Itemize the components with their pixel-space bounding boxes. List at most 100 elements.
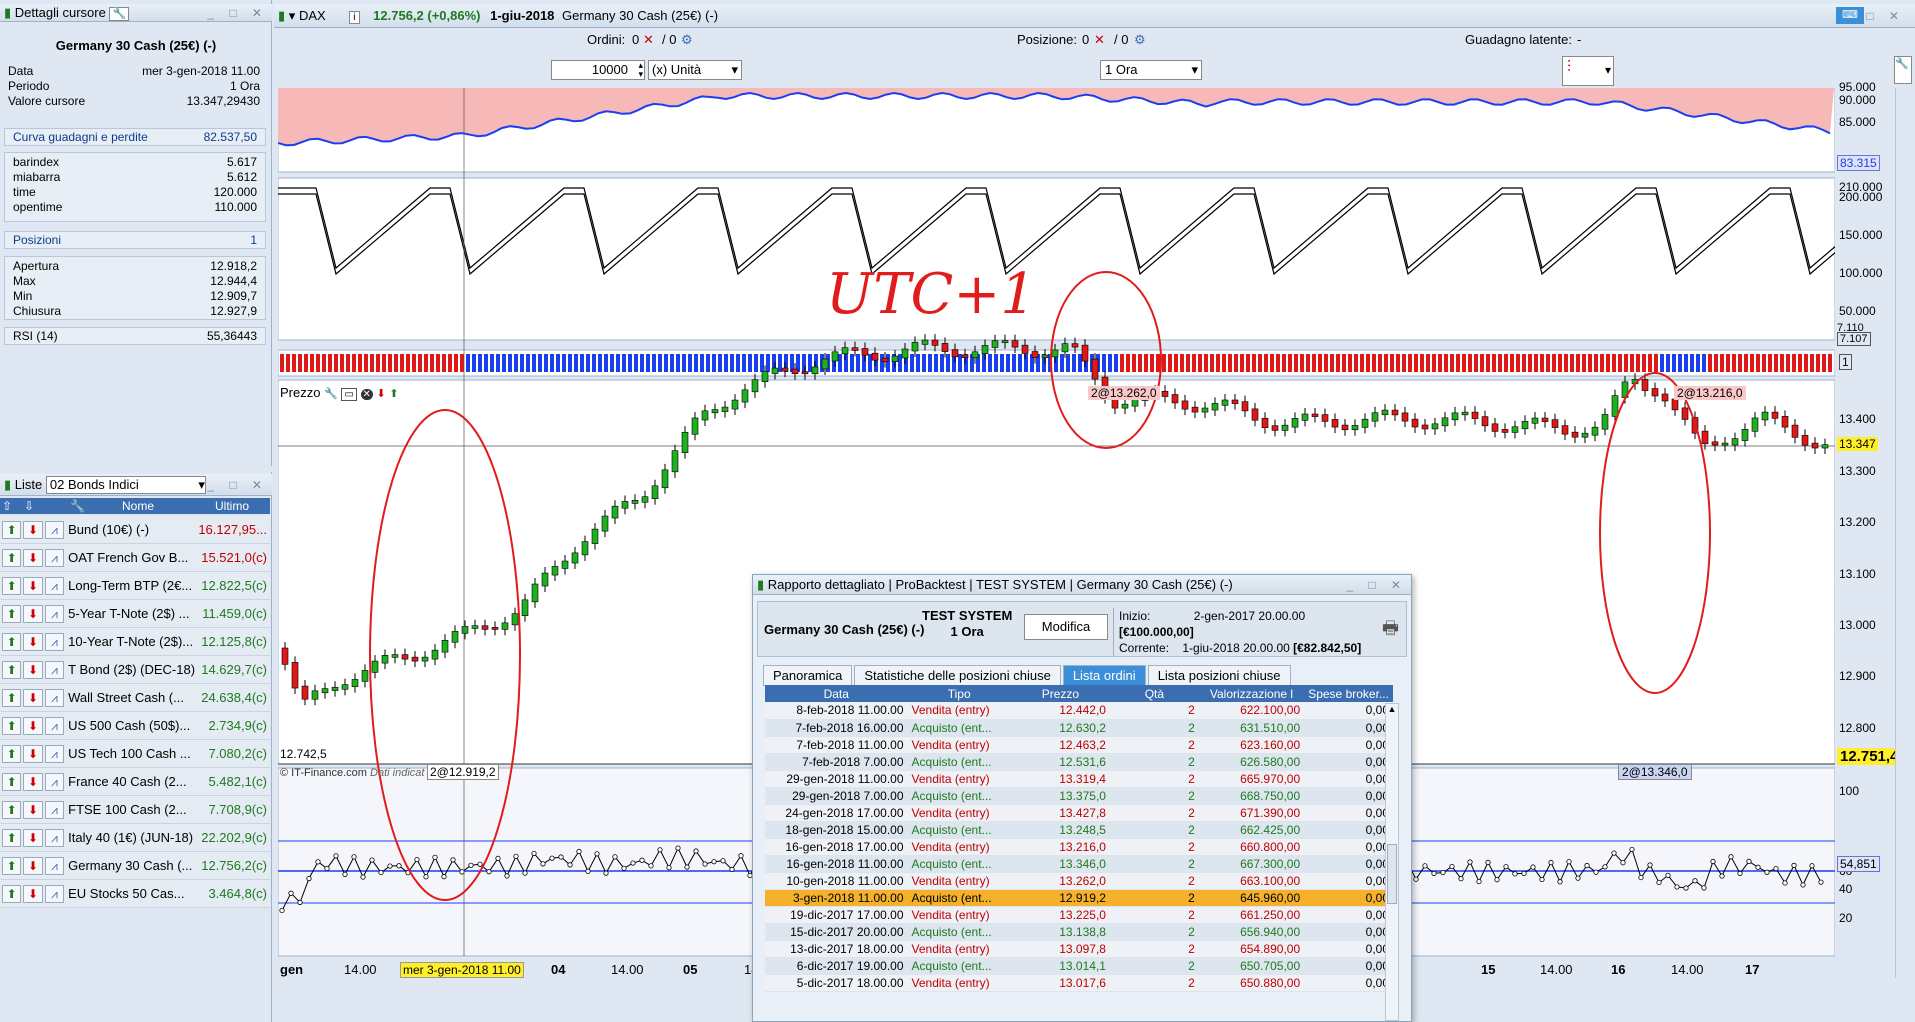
- arrow-down-icon[interactable]: ⬇: [23, 548, 43, 567]
- chevron-down-icon[interactable]: ▾: [289, 8, 296, 23]
- arrow-down-icon[interactable]: ⬇: [23, 632, 43, 651]
- positions-row[interactable]: Posizioni 1: [4, 231, 266, 249]
- arrow-down-icon[interactable]: ⬇: [23, 828, 43, 847]
- arrow-down-icon[interactable]: ⬇: [23, 688, 43, 707]
- orders-row[interactable]: 7-feb-2018 16.00.00 Acquisto (ent... 12.63…: [765, 719, 1393, 737]
- quantity-stepper[interactable]: 10000 ▴ ▾: [551, 60, 645, 80]
- modify-button[interactable]: Modifica: [1024, 614, 1108, 640]
- list-item[interactable]: ⬆ ⬇ ⩘ T Bond (2$) (DEC-18) 14.629,7(c): [0, 656, 270, 684]
- list-item[interactable]: ⬆ ⬇ ⩘ Italy 40 (1€) (JUN-18) 22.202,9(c): [0, 824, 270, 852]
- wrench-icon[interactable]: 🔧: [109, 7, 130, 21]
- list-item[interactable]: ⬆ ⬇ ⩘ Germany 30 Cash (... 12.756,2(c): [0, 852, 270, 880]
- close-icon[interactable]: ✕: [1094, 30, 1105, 50]
- gear-icon[interactable]: ⚙: [681, 30, 693, 50]
- unit-select[interactable]: (x) Unità ▾: [648, 60, 742, 80]
- col-name-header[interactable]: Nome: [122, 498, 154, 514]
- orders-row[interactable]: 5-dic-2017 18.00.00 Vendita (entry) 13.017…: [765, 974, 1393, 992]
- arrow-down-icon[interactable]: ⬇: [23, 716, 43, 735]
- arrow-up-icon[interactable]: ⬆: [2, 604, 22, 623]
- list-item[interactable]: ⬆ ⬇ ⩘ US 500 Cash (50$)... 2.734,9(c): [0, 712, 270, 740]
- arrow-down-icon[interactable]: ⬇: [23, 800, 43, 819]
- col-type[interactable]: Tipo: [907, 685, 1011, 702]
- orders-row[interactable]: 18-gen-2018 15.00.00 Acquisto (ent... 13.2…: [765, 821, 1393, 839]
- orders-row[interactable]: 3-gen-2018 11.00.00 Acquisto (ent... 12.91…: [765, 889, 1393, 907]
- orders-row[interactable]: 24-gen-2018 17.00.00 Vendita (entry) 13.42…: [765, 804, 1393, 822]
- mini-chart-icon[interactable]: ⩘: [44, 576, 65, 595]
- arrow-up-icon[interactable]: ⬆: [2, 744, 22, 763]
- sort-down-icon[interactable]: ⇩: [24, 498, 34, 514]
- scrollbar-thumb[interactable]: [1387, 844, 1397, 904]
- arrow-up-icon[interactable]: ⬆: [2, 520, 22, 539]
- arrow-up-icon[interactable]: ⬆: [389, 388, 398, 400]
- wrench-icon[interactable]: 🔧: [324, 388, 338, 400]
- arrow-up-icon[interactable]: ⬆: [2, 548, 22, 567]
- print-icon[interactable]: 🖶: [1382, 616, 1399, 646]
- orders-row[interactable]: 19-dic-2017 17.00.00 Vendita (entry) 13.22…: [765, 906, 1393, 924]
- period-select[interactable]: 1 Ora ▾: [1100, 60, 1202, 80]
- report-titlebar[interactable]: ▮ Rapporto dettagliato | ProBacktest | T…: [753, 575, 1411, 595]
- col-qty[interactable]: Qtà: [1109, 685, 1199, 702]
- arrow-down-icon[interactable]: ⬇: [23, 660, 43, 679]
- list-item[interactable]: ⬆ ⬇ ⩘ US Tech 100 Cash ... 7.080,2(c): [0, 740, 270, 768]
- col-date[interactable]: Data: [765, 685, 908, 702]
- window-controls[interactable]: _ □ ✕: [207, 4, 268, 22]
- wrench-icon[interactable]: 🔧: [1894, 56, 1912, 84]
- window-controls[interactable]: _ □ ✕: [207, 474, 268, 496]
- orders-row[interactable]: 29-gen-2018 11.00.00 Vendita (entry) 13.31…: [765, 770, 1393, 788]
- orders-row[interactable]: 10-gen-2018 11.00.00 Vendita (entry) 13.26…: [765, 872, 1393, 890]
- orders-row[interactable]: 7-feb-2018 11.00.00 Vendita (entry) 12.463…: [765, 736, 1393, 754]
- list-item[interactable]: ⬆ ⬇ ⩘ France 40 Cash (2... 5.482,1(c): [0, 768, 270, 796]
- chart-symbol[interactable]: DAX: [299, 8, 326, 23]
- orders-row[interactable]: 16-gen-2018 17.00.00 Vendita (entry) 13.21…: [765, 838, 1393, 856]
- mini-chart-icon[interactable]: ⩘: [44, 520, 65, 539]
- window-controls[interactable]: _ □ ✕: [1844, 4, 1905, 28]
- arrow-up-icon[interactable]: ⬆: [2, 884, 22, 903]
- arrow-up-icon[interactable]: ⬆: [2, 632, 22, 651]
- arrow-up-icon[interactable]: ⬆: [2, 772, 22, 791]
- tab-overview[interactable]: Panoramica: [763, 665, 853, 686]
- arrow-up-icon[interactable]: ⬆: [2, 828, 22, 847]
- orders-row[interactable]: 8-feb-2018 11.00.00 Vendita (entry) 12.442…: [765, 702, 1393, 720]
- orders-row[interactable]: 13-dic-2017 18.00.00 Vendita (entry) 13.09…: [765, 940, 1393, 958]
- stepper-arrows-icon[interactable]: ▴ ▾: [638, 61, 643, 79]
- col-price[interactable]: Prezzo: [1010, 685, 1110, 702]
- orders-row[interactable]: 16-gen-2018 11.00.00 Acquisto (ent... 13.3…: [765, 855, 1393, 873]
- mini-chart-icon[interactable]: ⩘: [44, 744, 65, 763]
- mini-chart-icon[interactable]: ⩘: [44, 660, 65, 679]
- gear-icon[interactable]: ⚙: [1134, 30, 1146, 50]
- arrow-up-icon[interactable]: ⬆: [2, 800, 22, 819]
- mini-chart-icon[interactable]: ⩘: [44, 716, 65, 735]
- chart-type-button[interactable]: ⫶ ▾: [1562, 56, 1614, 86]
- tab-closed-stats[interactable]: Statistiche delle posizioni chiuse: [854, 665, 1061, 686]
- window-controls[interactable]: _ □ ✕: [1346, 575, 1407, 595]
- list-item[interactable]: ⬆ ⬇ ⩘ 10-Year T-Note (2$)... 12.125,8(c): [0, 628, 270, 656]
- list-item[interactable]: ⬆ ⬇ ⩘ FTSE 100 Cash (2... 7.708,9(c): [0, 796, 270, 824]
- info-icon[interactable]: i: [349, 11, 360, 24]
- mini-chart-icon[interactable]: ⩘: [44, 632, 65, 651]
- list-item[interactable]: ⬆ ⬇ ⩘ 5-Year T-Note (2$) ... 11.459,0(c): [0, 600, 270, 628]
- mini-chart-icon[interactable]: ⩘: [44, 884, 65, 903]
- pnl-curve-row[interactable]: Curva guadagni e perdite 82.537,50: [4, 128, 266, 146]
- arrow-up-icon[interactable]: ⬆: [2, 716, 22, 735]
- mini-chart-icon[interactable]: ⩘: [44, 856, 65, 875]
- arrow-down-icon[interactable]: ⬇: [23, 520, 43, 539]
- mini-chart-icon[interactable]: ⩘: [44, 688, 65, 707]
- list-item[interactable]: ⬆ ⬇ ⩘ Wall Street Cash (... 24.638,4(c): [0, 684, 270, 712]
- arrow-down-icon[interactable]: ⬇: [377, 388, 386, 400]
- orders-row[interactable]: 15-dic-2017 20.00.00 Acquisto (ent... 13.1…: [765, 923, 1393, 941]
- wrench-icon[interactable]: 🔧: [70, 498, 85, 514]
- scroll-up-icon[interactable]: ▲: [1386, 704, 1398, 714]
- tab-closed-positions[interactable]: Lista posizioni chiuse: [1147, 665, 1291, 686]
- arrow-up-icon[interactable]: ⬆: [2, 660, 22, 679]
- sort-up-icon[interactable]: ⇧: [2, 498, 12, 514]
- window-icon[interactable]: ▭: [341, 388, 357, 401]
- orders-row[interactable]: 7-feb-2018 7.00.00 Acquisto (ent... 12.531…: [765, 753, 1393, 771]
- arrow-up-icon[interactable]: ⬆: [2, 856, 22, 875]
- list-item[interactable]: ⬆ ⬇ ⩘ Bund (10€) (-) 16.127,95...: [0, 516, 270, 544]
- arrow-up-icon[interactable]: ⬆: [2, 576, 22, 595]
- mini-chart-icon[interactable]: ⩘: [44, 604, 65, 623]
- mini-chart-icon[interactable]: ⩘: [44, 548, 65, 567]
- arrow-down-icon[interactable]: ⬇: [23, 772, 43, 791]
- arrow-down-icon[interactable]: ⬇: [23, 884, 43, 903]
- col-valuation[interactable]: Valorizzazione l: [1198, 685, 1305, 702]
